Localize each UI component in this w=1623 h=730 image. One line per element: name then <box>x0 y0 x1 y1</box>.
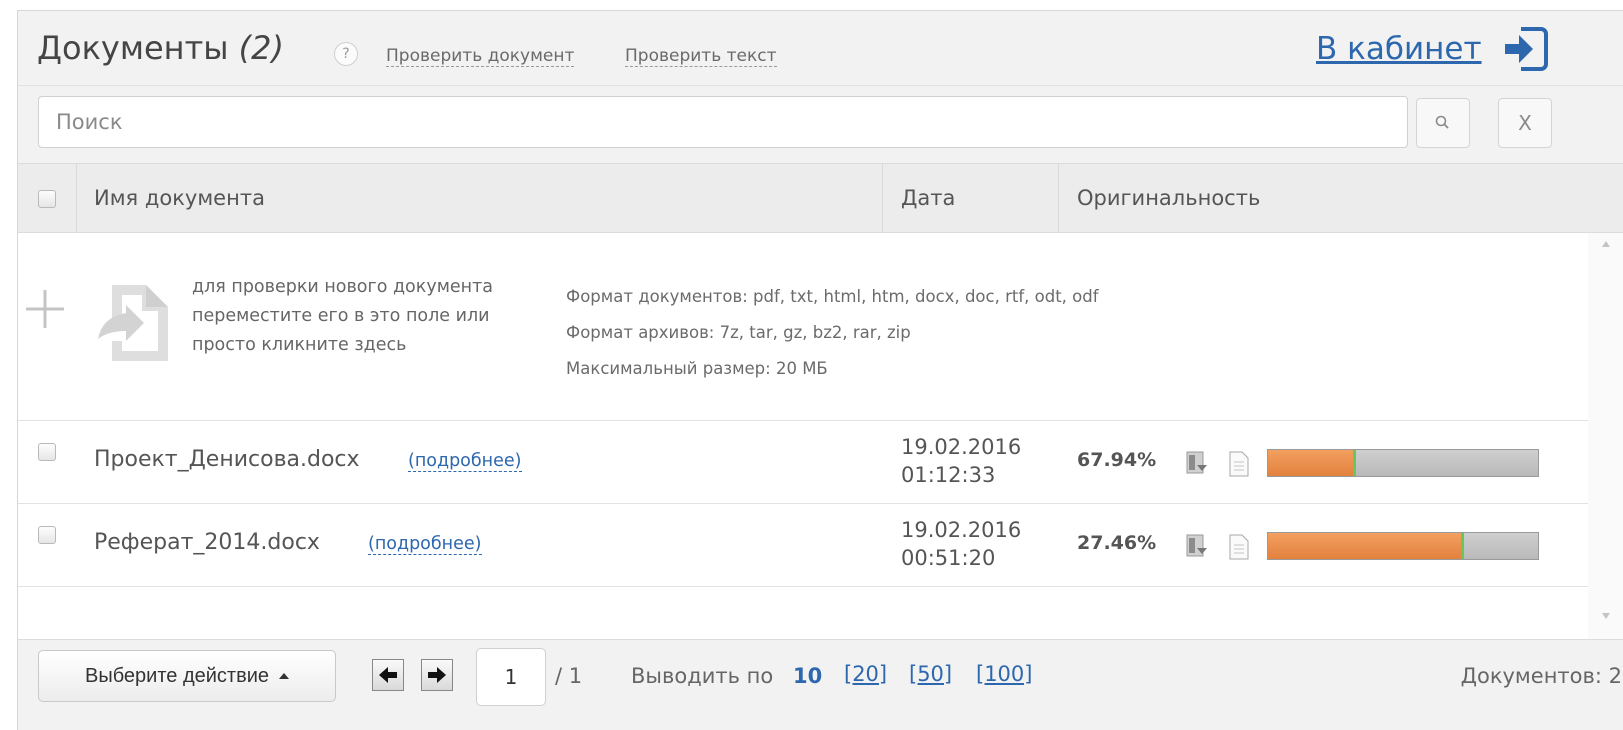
action-label: Выберите действие <box>84 665 270 687</box>
report-icon[interactable] <box>1185 534 1209 558</box>
search-icon <box>1435 115 1449 129</box>
check-document-link[interactable]: Проверить документ <box>386 46 575 67</box>
column-divider <box>882 164 883 232</box>
details-link[interactable]: (подробнее) <box>408 451 522 472</box>
date-value: 19.02.2016 <box>901 435 1022 459</box>
column-divider <box>76 164 77 232</box>
originality-bar <box>1267 532 1539 560</box>
arrow-right-icon <box>428 667 446 683</box>
originality-bar <box>1267 449 1539 477</box>
borrowed-fill <box>1268 450 1355 476</box>
prev-page-button[interactable] <box>372 659 404 691</box>
search-input[interactable] <box>38 96 1408 148</box>
column-header-date[interactable]: Дата <box>901 186 955 210</box>
row-checkbox[interactable] <box>38 443 56 461</box>
check-text-link[interactable]: Проверить текст <box>625 46 777 67</box>
per-page-current: 10 <box>793 664 823 688</box>
bar-marker <box>1461 533 1465 559</box>
document-name[interactable]: Проект_Денисова.docx <box>94 447 360 472</box>
report-icon[interactable] <box>1185 451 1209 475</box>
per-page-option-20[interactable]: [20] <box>844 662 887 686</box>
page-number-input[interactable] <box>476 648 546 706</box>
page-icon[interactable] <box>1228 451 1250 477</box>
column-divider <box>1058 164 1059 232</box>
upload-dropzone[interactable]: для проверки нового документа переместит… <box>18 233 1588 418</box>
clear-search-button[interactable]: X <box>1498 98 1552 148</box>
page-icon[interactable] <box>1228 534 1250 560</box>
document-list: для проверки нового документа переместит… <box>18 233 1623 653</box>
archive-formats: Формат архивов: 7z, tar, gz, bz2, rar, z… <box>566 323 911 342</box>
table-row[interactable]: Проект_Денисова.docx (подробнее) 19.02.2… <box>18 421 1588 503</box>
action-dropdown-button[interactable]: Выберите действие <box>38 650 336 702</box>
time-value: 01:12:33 <box>901 463 996 487</box>
table-header: Имя документа Дата Оригинальность <box>18 163 1623 233</box>
document-count: (2) <box>238 29 284 67</box>
page-title-text: Документы <box>37 29 229 67</box>
column-header-name[interactable]: Имя документа <box>94 186 265 210</box>
pagination-bar: Выберите действие / 1 Выводить по 10 [20… <box>18 639 1623 730</box>
select-all-checkbox[interactable] <box>38 190 56 208</box>
per-page-option-100[interactable]: [100] <box>976 662 1032 686</box>
row-checkbox[interactable] <box>38 526 56 544</box>
originality-percent: 27.46% <box>1077 532 1157 554</box>
per-page-label: Выводить по <box>631 664 774 688</box>
caret-up-icon <box>279 673 290 679</box>
row-divider <box>18 586 1588 587</box>
total-documents: Документов: 2 <box>1460 664 1622 688</box>
search-button[interactable] <box>1416 98 1470 148</box>
document-formats: Формат документов: pdf, txt, html, htm, … <box>566 287 1099 306</box>
page-total: / 1 <box>555 664 583 688</box>
arrow-left-icon <box>379 667 397 683</box>
upload-hint: для проверки нового документа переместит… <box>192 277 494 355</box>
upload-limits: Формат документов: pdf, txt, html, htm, … <box>566 279 1099 387</box>
table-row[interactable]: Реферат_2014.docx (подробнее) 19.02.2016… <box>18 504 1588 586</box>
plus-icon <box>26 290 64 328</box>
scroll-down-icon[interactable] <box>1602 613 1610 619</box>
max-size: Максимальный размер: 20 МБ <box>566 359 828 378</box>
documents-panel: Документы (2) ? Проверить документ Прове… <box>17 10 1623 730</box>
page-title: Документы (2) <box>37 29 284 67</box>
document-date: 19.02.2016 01:12:33 <box>901 433 1021 489</box>
cabinet-link[interactable]: В кабинет <box>1316 31 1482 67</box>
document-name[interactable]: Реферат_2014.docx <box>94 530 320 555</box>
borrowed-fill <box>1268 533 1463 559</box>
bar-marker <box>1353 450 1357 476</box>
date-value: 19.02.2016 <box>901 518 1022 542</box>
login-icon[interactable] <box>1501 23 1549 75</box>
next-page-button[interactable] <box>421 659 453 691</box>
scrollbar[interactable] <box>1588 233 1623 653</box>
details-link[interactable]: (подробнее) <box>368 534 482 555</box>
per-page-option-50[interactable]: [50] <box>909 662 952 686</box>
document-import-icon <box>98 285 168 361</box>
panel-header: Документы (2) ? Проверить документ Прове… <box>18 11 1623 85</box>
column-header-originality[interactable]: Оригинальность <box>1077 186 1260 210</box>
scroll-up-icon[interactable] <box>1602 241 1610 247</box>
time-value: 00:51:20 <box>901 546 996 570</box>
help-icon[interactable]: ? <box>334 42 358 66</box>
originality-percent: 67.94% <box>1077 449 1157 471</box>
document-date: 19.02.2016 00:51:20 <box>901 516 1021 572</box>
search-bar: X <box>18 85 1623 163</box>
